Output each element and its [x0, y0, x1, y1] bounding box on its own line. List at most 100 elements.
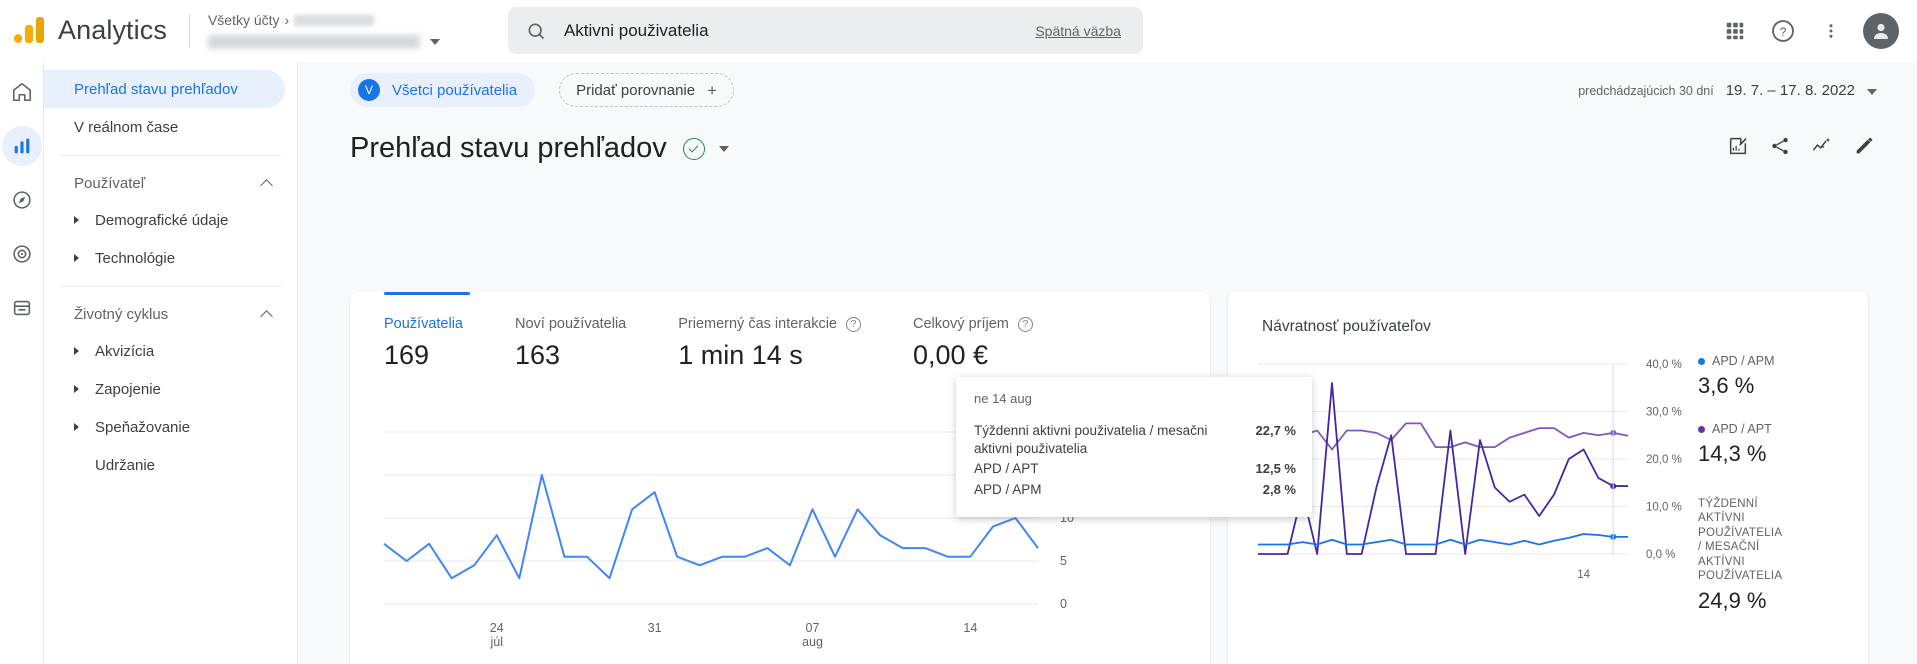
legend-entry[interactable]: TÝŽDENNÍ AKTÍVNI POUŽÍVATELIA / MESAČNÍ … — [1698, 497, 1786, 614]
chevron-up-icon[interactable] — [260, 178, 273, 192]
plus-icon: + — [707, 80, 718, 100]
svg-text:?: ? — [1780, 24, 1787, 38]
y-axis-tick-label: 0,0 % — [1646, 549, 1675, 561]
add-comparison-button[interactable]: Pridať porovnanie + — [559, 73, 735, 107]
share-icon[interactable] — [1769, 135, 1791, 162]
chevron-down-icon[interactable] — [1867, 88, 1877, 95]
chevron-down-icon[interactable] — [718, 145, 729, 152]
metric-tab[interactable]: Priemerný čas interakcie? 1 min 14 s — [678, 292, 861, 371]
legend-color-dot — [1698, 357, 1705, 365]
page-title: Prehľad stavu prehľadov — [350, 132, 667, 164]
avatar[interactable] — [1863, 12, 1899, 49]
date-range-value: 19. 7. – 17. 8. 2022 — [1725, 81, 1855, 99]
metric-value: 163 — [515, 340, 561, 370]
sidebar-item-monetisation[interactable]: Speňažovanie — [44, 408, 297, 446]
help-circle-icon[interactable]: ? — [845, 316, 861, 332]
legend-label-text: APD / APT — [1712, 422, 1772, 436]
sidebar-item-reports-snapshot[interactable]: Prehľad stavu prehľadov — [44, 70, 285, 108]
card-title: Návratnosť používateľov — [1262, 318, 1431, 335]
breadcrumb-chevron-icon: › — [284, 12, 290, 28]
more-vert-icon[interactable] — [1809, 9, 1853, 53]
metric-label-text: Používatelia — [384, 316, 463, 332]
metric-tab-label: Používatelia — [384, 316, 463, 332]
search-bar[interactable]: Spätná väzba — [507, 7, 1143, 54]
metric-label-text: Priemerný čas interakcie — [678, 316, 837, 332]
annotate-report-icon[interactable] — [1727, 135, 1749, 162]
tooltip-row: Týždenni aktivni použivatelia / mesačni … — [974, 422, 1296, 458]
apps-grid-icon[interactable] — [1713, 9, 1757, 53]
chart-series-line — [1257, 398, 1629, 451]
x-axis-tick-label: 31 — [648, 621, 662, 635]
legend-label: APD / APT — [1698, 422, 1772, 436]
legend-label: APD / APM — [1698, 354, 1775, 368]
help-icon[interactable]: ? — [1761, 9, 1805, 53]
report-actions — [1727, 135, 1917, 162]
chevron-up-icon[interactable] — [260, 309, 273, 323]
all-users-chip[interactable]: V Všetci používatelia — [350, 73, 536, 107]
y-axis-tick-label: 0 — [1060, 597, 1067, 611]
sidebar-group-user[interactable]: Používateľ — [44, 165, 297, 201]
top-bar: Analytics Všetky účty › Spätná väzba — [0, 0, 1917, 62]
sidebar-item-configure[interactable] — [2, 288, 42, 328]
tooltip-date: ne 14 aug — [974, 391, 1032, 406]
legend-label: TÝŽDENNÍ AKTÍVNI POUŽÍVATELIA / MESAČNÍ … — [1698, 498, 1783, 582]
analytics-logo-icon — [12, 11, 52, 51]
help-circle-icon[interactable]: ? — [1017, 316, 1033, 332]
chip-badge: V — [358, 79, 380, 101]
chart-series-line — [383, 474, 1039, 580]
metric-tab[interactable]: Celkový príjem? 0,00 € — [913, 292, 1033, 371]
sidebar-group-label: Životný cyklus — [74, 305, 169, 323]
y-axis-tick-label: 40,0 % — [1646, 359, 1682, 371]
metric-label-text: Noví používatelia — [515, 316, 627, 332]
sidebar-item-label: Prehľad stavu prehľadov — [74, 80, 238, 98]
sidebar-item-label: Akvizícia — [95, 342, 155, 360]
sidebar-item-advertising[interactable] — [2, 234, 42, 274]
sidebar-item-label: Demografické údaje — [95, 211, 229, 229]
sidebar-item-acquisition[interactable]: Akvizícia — [44, 332, 297, 370]
legend-value: 3,6 % — [1698, 373, 1755, 398]
edit-icon[interactable] — [1853, 135, 1875, 162]
sidebar-item-retention[interactable]: Udržanie — [44, 446, 297, 484]
feedback-link[interactable]: Spätná väzba — [1035, 23, 1121, 39]
tooltip-row-value: 2,8 % — [1262, 481, 1296, 497]
date-range-picker[interactable]: predchádzajúcich 30 dní 19. 7. – 17. 8. … — [1578, 82, 1917, 99]
sidebar-item-label: Speňažovanie — [95, 418, 191, 436]
sidebar-item-technology[interactable]: Technológie — [44, 239, 297, 277]
metric-value: 169 — [384, 340, 430, 370]
insights-icon[interactable] — [1811, 135, 1833, 162]
sidebar-item-home[interactable] — [2, 72, 42, 112]
sidebar-item-engagement[interactable]: Zapojenie — [44, 370, 297, 408]
sidebar-item-demographics[interactable]: Demografické údaje — [44, 201, 297, 239]
tooltip-row-value: 12,5 % — [1255, 461, 1296, 477]
account-selector[interactable]: Všetky účty › — [207, 12, 458, 49]
metric-tab[interactable]: Noví používatelia 163 — [515, 292, 626, 371]
legend-entry[interactable]: APD / APT 14,3 % — [1698, 422, 1772, 467]
sidebar-item-reports[interactable] — [1, 126, 42, 166]
tooltip-row-value: 22,7 % — [1255, 423, 1296, 438]
sidebar-item-realtime[interactable]: V reálnom čase — [44, 108, 285, 146]
x-axis-tick-label: 14 — [1577, 569, 1590, 581]
divider — [60, 286, 281, 287]
legend-entry[interactable]: APD / APM 3,6 % — [1698, 354, 1775, 399]
metric-tab[interactable]: Používatelia 169 — [384, 292, 463, 371]
x-axis-tick-sublabel: júl — [490, 635, 504, 649]
property-redacted — [294, 14, 375, 26]
sidebar-item-label: Zapojenie — [95, 380, 161, 398]
y-axis-tick-label: 20,0 % — [1646, 454, 1682, 466]
metric-label-text: Celkový príjem — [912, 316, 1009, 332]
status-badge[interactable] — [682, 137, 705, 160]
filter-bar: V Všetci používatelia Pridať porovnanie … — [298, 62, 1917, 118]
top-bar-actions: ? — [1713, 9, 1917, 53]
x-axis-tick-label: 07 — [806, 621, 820, 635]
chart-tooltip: ne 14 aug Týždenni aktivni použivatelia … — [956, 377, 1312, 517]
sidebar-item-explore[interactable] — [2, 180, 42, 220]
metric-value: 0,00 € — [912, 340, 989, 370]
y-axis-tick-label: 10,0 % — [1646, 502, 1682, 514]
legend-label-text: APD / APM — [1712, 354, 1775, 368]
sidebar-group-lifecycle[interactable]: Životný cyklus — [44, 296, 297, 332]
chevron-down-icon[interactable] — [429, 39, 440, 45]
chart-series-line — [1258, 382, 1628, 555]
triangle-right-icon — [74, 254, 79, 262]
tooltip-rows: Týždenni aktivni použivatelia / mesačni … — [974, 422, 1296, 499]
search-input[interactable] — [563, 20, 1036, 41]
